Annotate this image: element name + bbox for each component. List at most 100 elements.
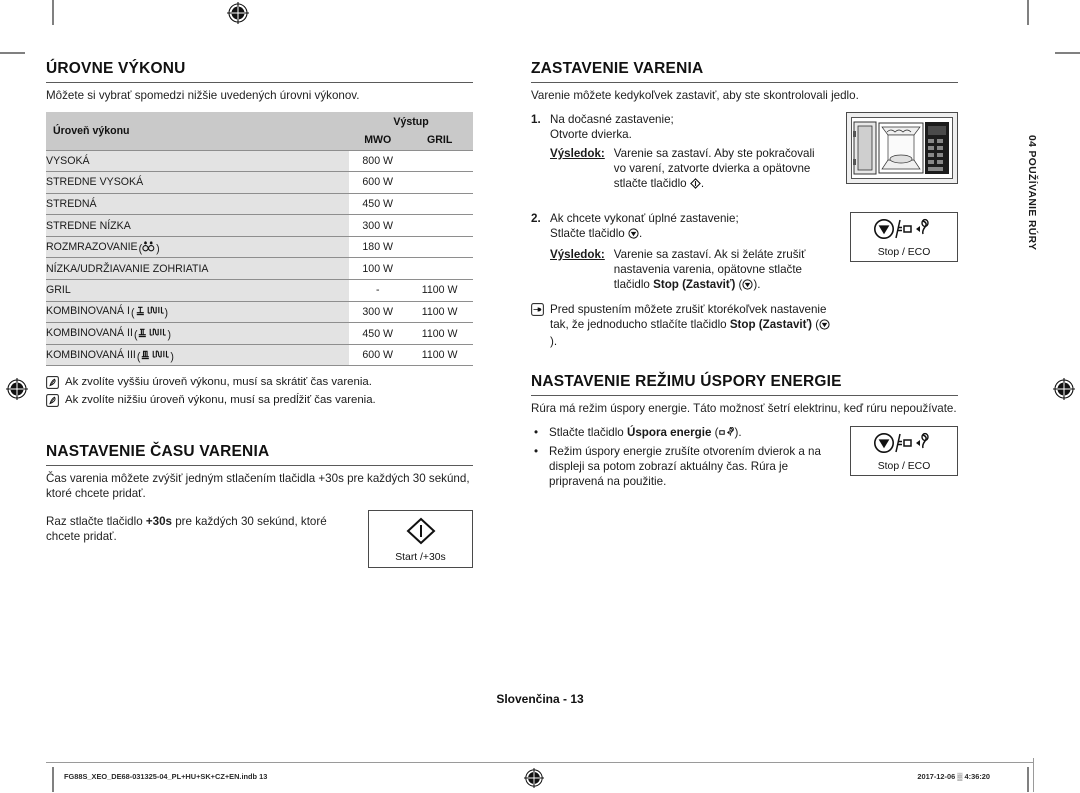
- left-column: ÚROVNE VÝKONU Môžete si vybrať spomedzi …: [46, 60, 473, 569]
- page-columns: ÚROVNE VÝKONU Môžete si vybrať spomedzi …: [46, 60, 958, 569]
- cell-gril-power: [406, 257, 473, 281]
- start-plus30s-label: Start /+30s: [395, 552, 446, 564]
- start-button-inline-icon: [689, 178, 701, 193]
- table-row: STREDNE VYSOKÁ 600 W: [46, 171, 473, 194]
- table-row: STREDNE NÍZKA 300 W: [46, 214, 473, 237]
- cell-power-level: KOMBINOVANÁ I (): [46, 301, 350, 324]
- table-row: KOMBINOVANÁ III () 600 W 1100 W: [46, 344, 473, 367]
- start-plus30s-key[interactable]: Start /+30s: [368, 510, 473, 569]
- eco-bullet-2-text: Režim úspory energie zrušíte otvorením d…: [549, 445, 821, 488]
- col-header-gril: GRIL: [406, 131, 473, 150]
- eco-bullet-1-post: ).: [734, 426, 742, 439]
- combi2-icon: (): [133, 328, 171, 342]
- bullet-dot-icon-2: •: [533, 445, 539, 458]
- registration-target-right: [1053, 378, 1075, 400]
- power-levels-table: Úroveň výkonu Výstup MWO GRIL VYSOKÁ 800 …: [46, 112, 473, 367]
- hand-note-text: Pred spustením môžete zrušiť ktorékoľvek…: [550, 302, 831, 349]
- table-row: ROZMRAZOVANIE () 180 W: [46, 236, 473, 259]
- eco-bullet-1-pre: Stlačte tlačidlo: [549, 426, 627, 439]
- cell-power-level: GRIL: [46, 279, 350, 302]
- cook-time-paragraph-2: Raz stlačte tlačidlo +30s pre každých 30…: [46, 514, 354, 544]
- combi3-icon: (): [136, 350, 174, 363]
- stop-button-inline-icon: [628, 228, 639, 243]
- registration-target-left: [6, 378, 28, 400]
- eco-bullet-2: • Režim úspory energie zrušíte otvorením…: [531, 444, 831, 489]
- cell-gril-power: [406, 171, 473, 194]
- cell-gril-power: 1100 W: [406, 301, 473, 324]
- stop-eco-icon: [873, 218, 935, 244]
- right-column: ZASTAVENIE VARENIA Varenie môžete kedyko…: [531, 60, 958, 568]
- step-2-result-text: Varenie sa zastaví. Ak si želáte zrušiť …: [614, 247, 818, 294]
- table-row: STREDNÁ 450 W: [46, 193, 473, 216]
- heading-stop-cooking: ZASTAVENIE VARENIA: [531, 60, 958, 83]
- stop-cooking-intro: Varenie môžete kedykoľvek zastaviť, aby …: [531, 89, 859, 102]
- footer-timestamp: 2017-12-06 ▒ 4:36:20: [917, 772, 990, 781]
- cell-power-level: KOMBINOVANÁ II (): [46, 322, 350, 345]
- cell-gril-power: [406, 214, 473, 237]
- cell-power-level: VYSOKÁ: [46, 149, 350, 173]
- table-head-row-1: Úroveň výkonu Výstup: [46, 112, 473, 150]
- step-2-result-post: ).: [753, 278, 761, 291]
- cell-gril-power: [406, 236, 473, 259]
- cell-mwo-power: 100 W: [349, 257, 407, 281]
- stop-button-inline-icon-2: [742, 279, 753, 294]
- table-row: NÍZKA/UDRŽIAVANIE ZOHRIATIA 100 W: [46, 257, 473, 281]
- table-row: KOMBINOVANÁ II () 450 W 1100 W: [46, 322, 473, 345]
- cook-time-row: Raz stlačte tlačidlo +30s pre každých 30…: [46, 510, 473, 569]
- power-levels-intro: Môžete si vybrať spomedzi nižšie uvedený…: [46, 89, 360, 102]
- footer-divider: [46, 762, 1034, 763]
- crop-mark-top-right-h: [1055, 52, 1080, 54]
- start-diamond-icon: [406, 518, 436, 549]
- page-number: Slovenčina - 13: [496, 692, 584, 706]
- power-level-label: KOMBINOVANÁ I: [46, 305, 130, 318]
- power-level-label: KOMBINOVANÁ II: [46, 327, 133, 340]
- stop-eco-key-2[interactable]: Stop / ECO: [850, 426, 958, 476]
- combi1-icon: (): [130, 306, 169, 320]
- cell-gril-power: [406, 193, 473, 216]
- cell-mwo-power: 300 W: [349, 301, 407, 324]
- stop-eco-key-1[interactable]: Stop / ECO: [850, 212, 958, 262]
- cook-time-paragraph-1: Čas varenia môžete zvýšiť jedným stlačen…: [46, 472, 470, 501]
- crop-mark-bottom-right-v: [1027, 767, 1029, 792]
- power-level-notes: Ak zvolíte vyššiu úroveň výkonu, musí sa…: [46, 375, 473, 408]
- cell-power-level: NÍZKA/UDRŽIAVANIE ZOHRIATIA: [46, 257, 350, 281]
- cell-power-level: KOMBINOVANÁ III (): [46, 344, 350, 367]
- crop-mark-top-left-h: [0, 52, 25, 54]
- stop-eco-label-2: Stop / ECO: [877, 461, 931, 472]
- cell-mwo-power: 300 W: [349, 214, 407, 237]
- col-header-output: Výstup: [349, 112, 473, 131]
- power-level-label: STREDNE VYSOKÁ: [46, 176, 144, 189]
- cell-mwo-power: 600 W: [349, 171, 407, 194]
- cell-gril-power: [406, 149, 473, 173]
- side-tab-chapter: 04 POUŽÍVANIE RÚRY: [1022, 135, 1042, 305]
- power-level-label: ROZMRAZOVANIE: [46, 240, 138, 253]
- step-2-text-pre: Ak chcete vykonať úplné zastavenie; Stla…: [550, 212, 739, 240]
- eco-plug-inline-icon: [718, 426, 735, 442]
- cell-mwo-power: 180 W: [349, 236, 407, 259]
- eco-bullet-1-bold: Úspora energie: [626, 426, 712, 439]
- cell-power-level: STREDNE NÍZKA: [46, 214, 350, 237]
- note-text: Ak zvolíte nižšiu úroveň výkonu, musí sa…: [65, 394, 376, 407]
- cell-power-level: STREDNÁ: [46, 193, 350, 216]
- eco-mode-intro: Rúra má režim úspory energie. Táto možno…: [531, 402, 957, 415]
- footer-filename: FG88S_XEO_DE68-031325-04_PL+HU+SK+CZ+EN.…: [64, 772, 268, 781]
- step-2-result-bold: Stop (Zastaviť): [653, 278, 736, 291]
- note-pencil-icon: [46, 376, 59, 390]
- power-level-label: GRIL: [46, 284, 71, 297]
- step-2-number: 2.: [531, 212, 541, 225]
- step-1-number: 1.: [531, 113, 541, 126]
- cell-mwo-power: 600 W: [349, 344, 407, 367]
- note-line: Ak zvolíte vyššiu úroveň výkonu, musí sa…: [46, 375, 473, 390]
- step-2-text-post: .: [638, 227, 643, 240]
- table-row: GRIL -1100 W: [46, 279, 473, 302]
- step-2-result: Výsledok: Varenie sa zastaví. Ak si želá…: [550, 247, 818, 294]
- cook-time-p2-bold: +30s: [145, 515, 173, 529]
- eco-bullet-1-text: Stlačte tlačidlo Úspora energie ( ).: [549, 425, 742, 442]
- registration-target-bottom: [524, 768, 544, 793]
- step-2-text: Ak chcete vykonať úplné zastavenie; Stla…: [550, 211, 805, 243]
- hand-note: Pred spustením môžete zrušiť ktorékoľvek…: [531, 302, 831, 349]
- crop-mark-bottom-left-v: [52, 767, 54, 792]
- table-body: VYSOKÁ 800 W STREDNE VYSOKÁ 600 W STREDNÁ 450…: [46, 149, 473, 367]
- hand-note-bold: Stop (Zastaviť): [729, 318, 813, 331]
- cell-power-level: STREDNE VYSOKÁ: [46, 171, 350, 194]
